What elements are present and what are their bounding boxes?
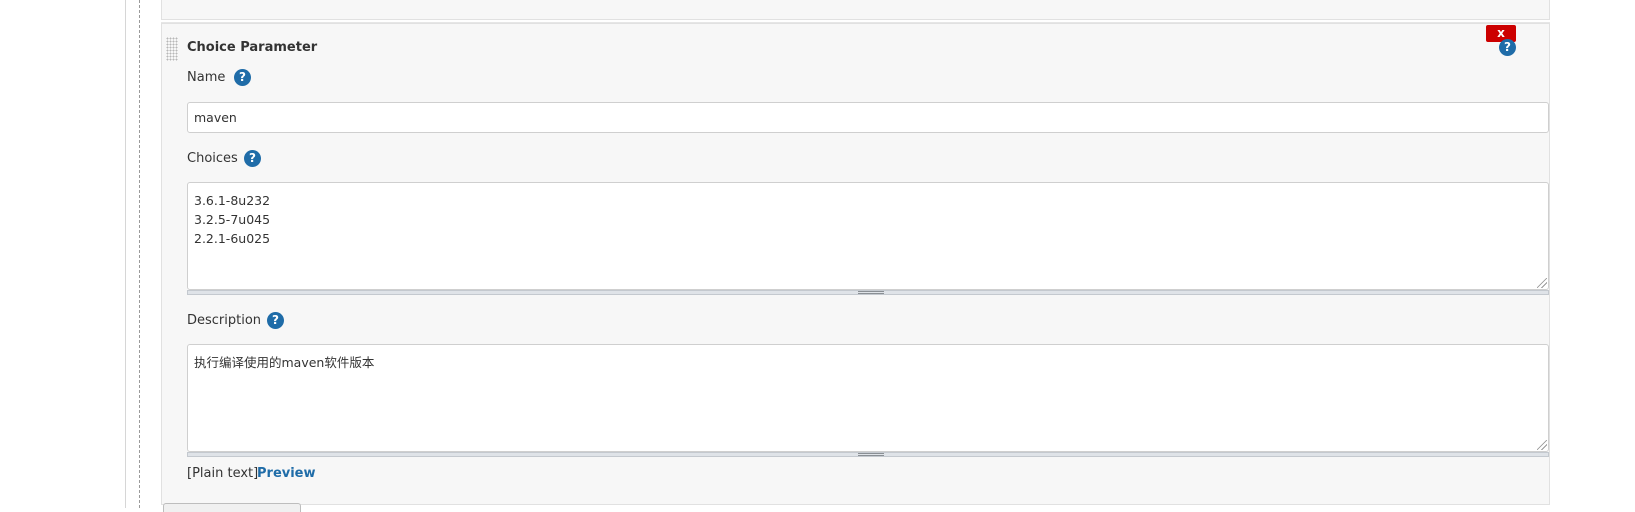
question-mark-icon[interactable]: ? <box>234 69 251 86</box>
choices-resize-bar[interactable] <box>187 290 1549 295</box>
format-label: [Plain text] <box>187 466 259 481</box>
name-input[interactable]: maven <box>187 102 1549 133</box>
grip-icon <box>858 291 884 294</box>
choice-line: 3.6.1-8u232 <box>194 193 271 208</box>
question-mark-icon[interactable]: ? <box>267 312 284 329</box>
question-mark-icon[interactable]: ? <box>1499 39 1516 56</box>
choice-line: 3.2.5-7u045 <box>194 212 271 227</box>
choice-line: 2.2.1-6u025 <box>194 231 271 246</box>
choices-label: Choices <box>187 151 238 166</box>
description-label: Description <box>187 313 262 328</box>
drag-handle-icon[interactable] <box>166 37 178 61</box>
resize-grip-icon[interactable] <box>1537 278 1547 288</box>
parameter-title: Choice Parameter <box>187 40 318 55</box>
preview-link[interactable]: Preview <box>257 466 316 481</box>
resize-grip-icon[interactable] <box>1537 440 1547 450</box>
description-text: 执行编译使用的maven软件版本 <box>194 355 375 370</box>
question-mark-icon[interactable]: ? <box>244 150 261 167</box>
description-textarea[interactable]: 执行编译使用的maven软件版本 <box>187 344 1549 452</box>
section-dashed-border <box>139 0 140 508</box>
name-label: Name <box>187 70 226 85</box>
description-resize-bar[interactable] <box>187 452 1549 457</box>
previous-parameter-block <box>161 0 1550 20</box>
grip-icon <box>858 453 884 456</box>
outer-left-border <box>125 0 126 508</box>
choices-textarea[interactable]: 3.6.1-8u232 3.2.5-7u045 2.2.1-6u025 <box>187 182 1549 290</box>
